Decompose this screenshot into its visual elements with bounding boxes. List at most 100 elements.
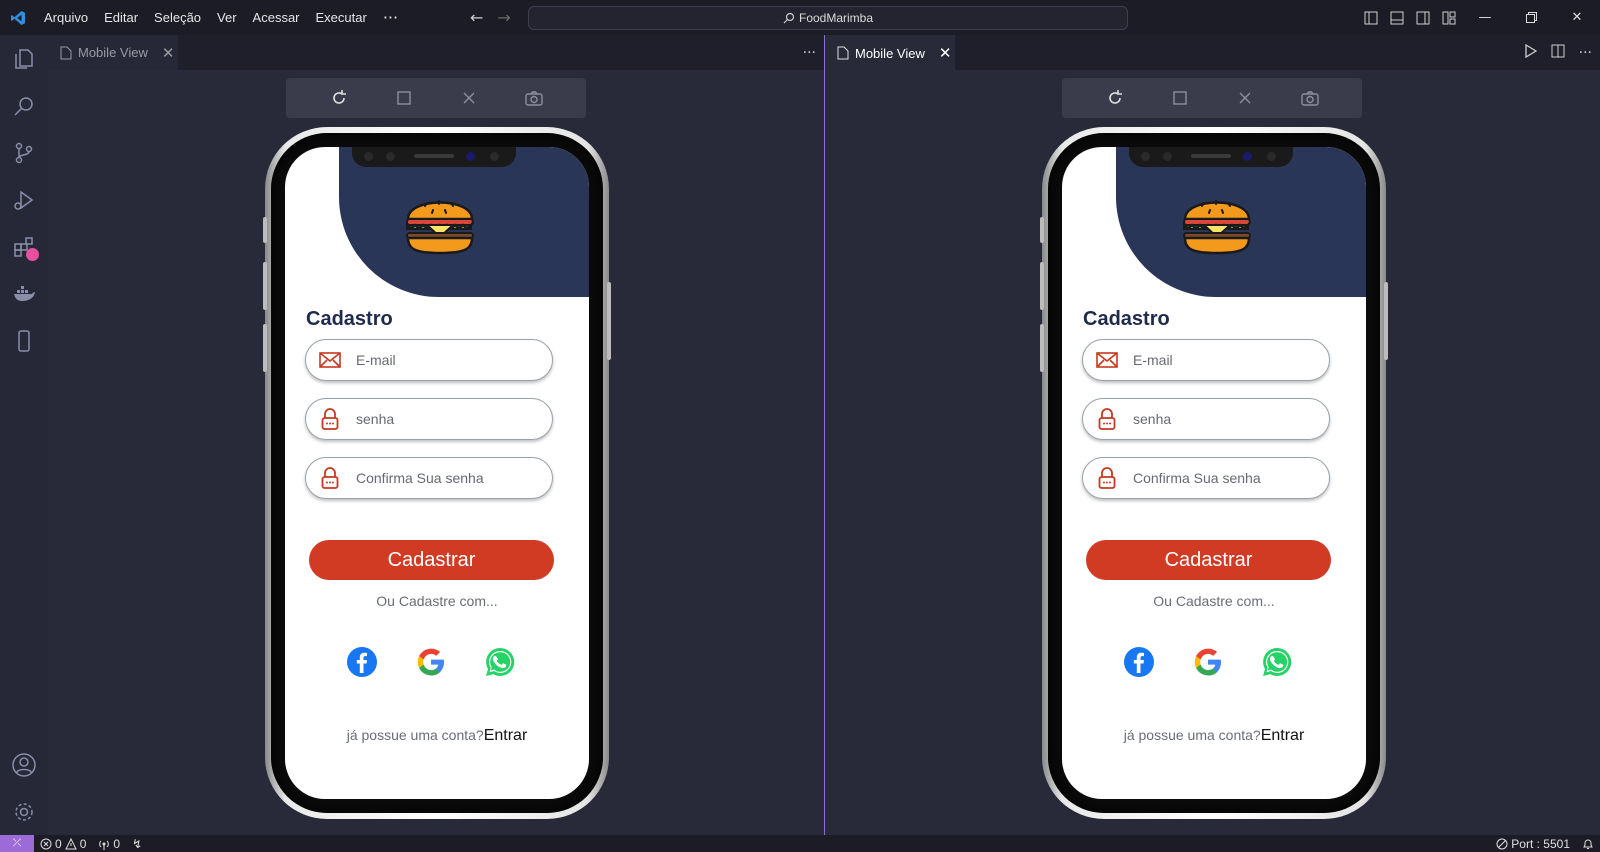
explorer-icon[interactable] [0,35,48,82]
whatsapp-icon[interactable] [484,646,516,678]
entrar-link[interactable]: Entrar [484,727,528,744]
or-signup-with-text: Ou Cadastre com... [376,593,498,609]
camera-icon[interactable] [1298,86,1322,110]
lock-icon [1095,407,1119,431]
minimize-icon[interactable]: — [1462,0,1508,35]
close-icon[interactable]: ✕ [939,44,952,62]
notch-speaker [414,154,454,158]
run-icon[interactable] [1524,43,1537,62]
phone-side-button [1040,217,1044,243]
refresh-icon[interactable] [327,86,351,110]
file-icon [837,46,849,60]
close-window-icon[interactable]: ✕ [1554,0,1600,35]
password-placeholder: senha [1133,411,1172,427]
envelope-icon [1095,348,1119,372]
tab-bar: Mobile View ✕ ··· [825,35,1600,70]
facebook-icon[interactable] [1123,646,1155,678]
entrar-link[interactable]: Entrar [1261,727,1305,744]
cadastrar-button[interactable]: Cadastrar [309,540,554,580]
hero-banner [339,147,589,297]
camera-icon[interactable] [522,86,546,110]
command-center-search[interactable]: FoodMarimba [528,6,1128,30]
menu-arquivo[interactable]: Arquivo [36,0,96,35]
facebook-icon[interactable] [346,646,378,678]
tab-mobile-view[interactable]: Mobile View ✕ [48,35,178,70]
confirm-password-placeholder: Confirma Sua senha [1133,470,1261,486]
login-prompt-text: já possue uma conta? [346,727,484,743]
menu-more-button[interactable]: ··· [375,8,406,27]
title-bar: Arquivo Editar Seleção Ver Acessar Execu… [0,0,1600,35]
lock-icon [318,466,342,490]
extensions-icon[interactable] [0,223,48,270]
tab-mobile-view[interactable]: Mobile View ✕ [825,35,955,70]
email-field[interactable]: E-mail [305,339,553,381]
stop-icon[interactable] [1168,86,1192,110]
menu-selecao[interactable]: Seleção [146,0,209,35]
search-icon[interactable] [0,82,48,129]
clock-badge-icon [26,248,39,261]
live-server-port[interactable]: Port : 5501 [1490,837,1576,851]
close-icon[interactable] [457,86,481,110]
customize-layout-icon[interactable] [1436,0,1462,35]
menu-ver[interactable]: Ver [209,0,245,35]
refresh-icon[interactable] [1103,86,1127,110]
editor-group-left: Mobile View ✕ ··· Cadastro E-mail senha … [48,35,824,835]
titlebar-controls: — ✕ [1358,0,1600,35]
file-icon [60,46,72,59]
activity-bar [0,35,48,835]
confirm-password-placeholder: Confirma Sua senha [356,470,484,486]
device-toolbar [1062,78,1362,118]
remote-indicator-icon[interactable]: ⤫ [0,835,34,852]
confirm-password-field[interactable]: Confirma Sua senha [1082,457,1330,499]
broadcast-icon [99,840,110,850]
whatsapp-icon[interactable] [1261,646,1293,678]
command-center-label: FoodMarimba [798,11,874,25]
mobile-view-icon[interactable] [0,317,48,364]
ports-indicator[interactable]: 0 [92,837,126,851]
google-icon[interactable] [1192,646,1224,678]
more-actions-button[interactable]: ··· [1579,45,1592,61]
google-icon[interactable] [415,646,447,678]
phone-side-button [263,262,267,310]
more-actions-button[interactable]: ··· [803,45,816,61]
menu-bar: Arquivo Editar Seleção Ver Acessar Execu… [36,0,406,35]
email-field[interactable]: E-mail [1082,339,1330,381]
or-signup-with-text: Ou Cadastre com... [1153,593,1275,609]
menu-executar[interactable]: Executar [308,0,375,35]
toggle-panel-icon[interactable] [1384,0,1410,35]
notch-speaker [1191,154,1231,158]
toggle-secondary-sidebar-icon[interactable] [1410,0,1436,35]
menu-editar[interactable]: Editar [96,0,146,35]
password-field[interactable]: senha [1082,398,1330,440]
source-control-icon[interactable] [0,129,48,176]
password-placeholder: senha [356,411,395,427]
close-icon[interactable]: ✕ [162,44,175,62]
phone-frame: Cadastro E-mail senha Confirma Sua senha… [263,127,611,819]
stop-icon[interactable] [392,86,416,110]
back-arrow-icon[interactable]: ← [470,8,483,27]
confirm-password-field[interactable]: Confirma Sua senha [305,457,553,499]
lightning-icon[interactable]: ↯ [126,837,148,851]
lock-icon [318,407,342,431]
notifications-bell-icon[interactable] [1576,838,1600,850]
forward-arrow-icon[interactable]: → [497,8,510,27]
toggle-primary-sidebar-icon[interactable] [1358,0,1384,35]
menu-acessar[interactable]: Acessar [245,0,308,35]
problems-indicator[interactable]: 0 0 [34,837,92,851]
settings-gear-icon[interactable] [0,788,48,835]
account-icon[interactable] [0,741,48,788]
login-prompt-text: já possue uma conta? [1123,727,1261,743]
email-placeholder: E-mail [1133,352,1173,368]
front-camera [1243,152,1252,161]
restore-icon[interactable] [1508,0,1554,35]
split-editor-icon[interactable] [1551,44,1565,62]
phone-frame: Cadastro E-mail senha Confirma Sua senha… [1040,127,1388,819]
run-debug-icon[interactable] [0,176,48,223]
phone-side-button [263,324,267,372]
phone-side-button [1040,262,1044,310]
close-icon[interactable] [1233,86,1257,110]
cadastrar-button[interactable]: Cadastrar [1086,540,1331,580]
password-field[interactable]: senha [305,398,553,440]
burger-logo-icon [406,200,474,255]
docker-icon[interactable] [0,270,48,317]
